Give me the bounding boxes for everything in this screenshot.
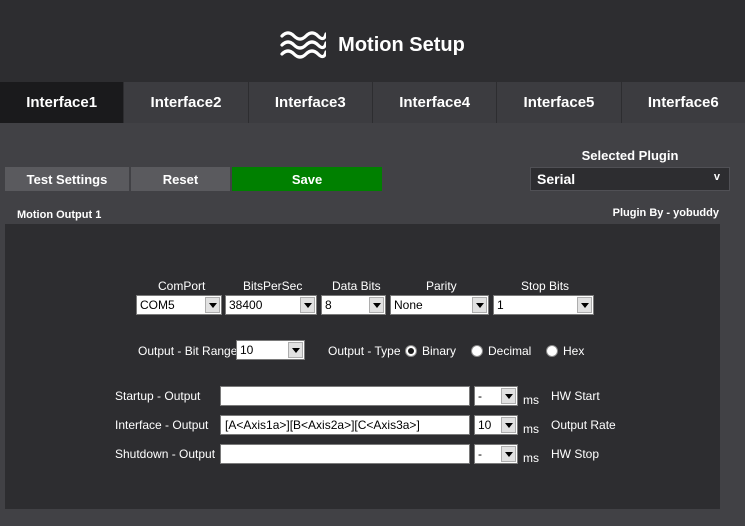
chevron-down-icon[interactable]	[369, 297, 384, 313]
chevron-down-icon[interactable]	[288, 342, 303, 358]
header: Motion Setup	[0, 0, 745, 82]
startup-ms-select[interactable]: -	[474, 386, 518, 406]
hw-stop-label: HW Stop	[551, 447, 600, 461]
stopbits-label: Stop Bits	[521, 279, 570, 293]
save-button[interactable]: Save	[232, 167, 382, 191]
comport-select[interactable]: COM5	[136, 295, 222, 315]
bit-range-select[interactable]: 10	[236, 340, 305, 360]
chevron-down-icon[interactable]	[501, 446, 516, 462]
radio-circle[interactable]	[546, 345, 558, 357]
bitspersec-label: BitsPerSec	[243, 279, 303, 293]
bitspersec-value: 38400	[229, 298, 263, 312]
parity-label: Parity	[426, 279, 457, 293]
hw-start-label: HW Start	[551, 389, 600, 403]
radio-decimal-label: Decimal	[488, 344, 532, 358]
tab-interface3[interactable]: Interface3	[248, 82, 373, 123]
page-title: Motion Setup	[338, 33, 465, 56]
radio-circle[interactable]	[405, 345, 417, 357]
waves-icon	[280, 31, 327, 59]
tab-interface6[interactable]: Interface6	[621, 82, 745, 123]
content-area: Selected Plugin Test Settings Reset Save…	[0, 123, 745, 526]
comport-label: ComPort	[158, 279, 206, 293]
databits-label: Data Bits	[332, 279, 381, 293]
shutdown-ms-value: -	[478, 447, 482, 461]
startup-output-label: Startup - Output	[115, 389, 201, 403]
output-type-label: Output - Type	[328, 344, 401, 358]
interface-output-input[interactable]: [A<Axis1a>][B<Axis2a>][C<Axis3a>]	[220, 415, 470, 435]
parity-value: None	[394, 298, 423, 312]
radio-decimal[interactable]: Decimal	[471, 344, 531, 358]
tab-interface5[interactable]: Interface5	[497, 82, 622, 123]
comport-value: COM5	[140, 298, 175, 312]
chevron-down-icon[interactable]	[300, 297, 315, 313]
bitspersec-select[interactable]: 38400	[225, 295, 317, 315]
interface-ms-value: 10	[478, 418, 492, 432]
chevron-down-icon[interactable]	[501, 417, 516, 433]
motion-output-panel: ComPort BitsPerSec Data Bits Parity Stop…	[5, 224, 720, 509]
plugin-select[interactable]: Serial v	[530, 167, 730, 191]
interface-ms-label: ms	[523, 422, 539, 436]
startup-ms-label: ms	[523, 393, 539, 407]
tab-interface4[interactable]: Interface4	[372, 82, 498, 123]
chevron-down-icon[interactable]	[472, 297, 487, 313]
radio-binary[interactable]: Binary	[405, 344, 456, 358]
stopbits-select[interactable]: 1	[493, 295, 594, 315]
chevron-down-icon[interactable]	[501, 388, 516, 404]
output-rate-label: Output Rate	[551, 418, 616, 432]
databits-select[interactable]: 8	[321, 295, 386, 315]
shutdown-output-input[interactable]	[220, 444, 470, 464]
plugin-author: Plugin By - yobuddy	[612, 207, 719, 219]
tab-interface2[interactable]: Interface2	[124, 82, 249, 123]
interface-tabs: Interface1 Interface2 Interface3 Interfa…	[0, 82, 745, 123]
startup-ms-value: -	[478, 389, 482, 403]
radio-circle[interactable]	[471, 345, 483, 357]
chevron-down-icon: v	[713, 171, 720, 183]
plugin-select-value: Serial	[537, 171, 576, 187]
tab-interface1[interactable]: Interface1	[0, 82, 125, 123]
chevron-down-icon[interactable]	[577, 297, 592, 313]
selected-plugin-label: Selected Plugin	[581, 148, 679, 163]
startup-output-input[interactable]	[220, 386, 470, 406]
reset-button[interactable]: Reset	[131, 167, 230, 191]
radio-binary-label: Binary	[422, 344, 457, 358]
chevron-down-icon[interactable]	[205, 297, 220, 313]
shutdown-ms-select[interactable]: -	[474, 444, 518, 464]
stopbits-value: 1	[497, 298, 504, 312]
shutdown-ms-label: ms	[523, 451, 539, 465]
parity-select[interactable]: None	[390, 295, 489, 315]
bit-range-label: Output - Bit Range	[138, 344, 238, 358]
bit-range-value: 10	[240, 343, 254, 357]
interface-ms-select[interactable]: 10	[474, 415, 518, 435]
test-settings-button[interactable]: Test Settings	[5, 167, 129, 191]
databits-value: 8	[325, 298, 332, 312]
radio-hex[interactable]: Hex	[546, 344, 584, 358]
toolbar: Test Settings Reset Save	[5, 167, 382, 191]
title-wrap: Motion Setup	[280, 29, 465, 61]
section-label: Motion Output 1	[17, 209, 102, 221]
interface-output-label: Interface - Output	[115, 418, 209, 432]
radio-hex-label: Hex	[563, 344, 585, 358]
shutdown-output-label: Shutdown - Output	[115, 447, 216, 461]
